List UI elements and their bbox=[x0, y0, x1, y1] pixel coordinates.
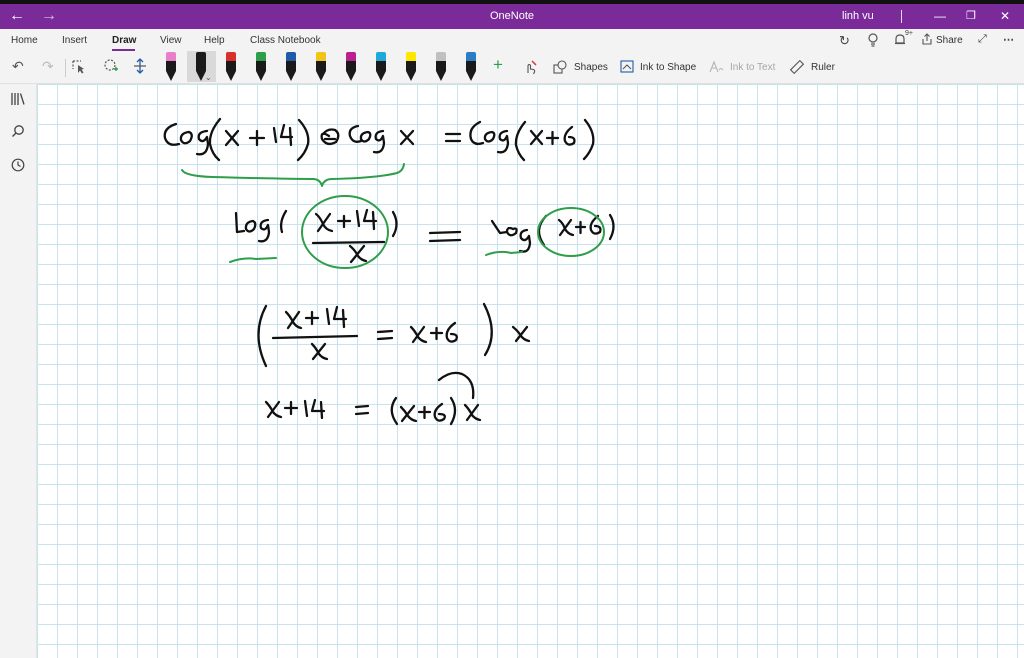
notebooks-icon[interactable] bbox=[8, 92, 28, 109]
pen-8-button[interactable] bbox=[374, 52, 388, 82]
pen-body bbox=[466, 61, 476, 71]
ink-line-4 bbox=[264, 371, 482, 426]
handwritten-ink bbox=[163, 117, 615, 426]
redo-icon: ↷ bbox=[42, 58, 54, 74]
pen-tip bbox=[166, 71, 176, 81]
pen-tip bbox=[226, 71, 236, 81]
touch-drawing-icon[interactable] bbox=[523, 60, 538, 78]
pen-9-button[interactable] bbox=[404, 52, 418, 82]
share-button[interactable]: Share bbox=[936, 35, 963, 46]
search-icon[interactable] bbox=[8, 124, 28, 141]
pen-color-swatch bbox=[436, 52, 446, 61]
pen-6-button[interactable] bbox=[314, 52, 328, 82]
notifications-badge: 9+ bbox=[905, 30, 913, 37]
pen-4-button[interactable] bbox=[254, 52, 268, 82]
shapes-button[interactable]: Shapes bbox=[574, 62, 608, 73]
pen-tip bbox=[256, 71, 266, 81]
active-tab-indicator bbox=[112, 49, 135, 51]
tab-view[interactable]: View bbox=[160, 35, 182, 46]
tab-draw[interactable]: Draw bbox=[112, 35, 136, 46]
ink-green-circles bbox=[229, 195, 605, 269]
ink-to-text-icon bbox=[709, 60, 724, 77]
ruler-button[interactable]: Ruler bbox=[811, 62, 835, 73]
ink-to-shape-icon[interactable] bbox=[620, 60, 635, 77]
pen-color-swatch bbox=[196, 52, 206, 61]
pen-color-swatch bbox=[166, 52, 176, 61]
note-canvas[interactable] bbox=[37, 84, 1024, 658]
ink-line-3 bbox=[257, 302, 531, 368]
title-bar: ← → OneNote linh vu — ❐ ✕ bbox=[0, 4, 1024, 29]
restore-icon[interactable]: ❐ bbox=[966, 8, 976, 24]
tab-insert[interactable]: Insert bbox=[62, 35, 87, 46]
ink-to-shape-button[interactable]: Ink to Shape bbox=[640, 62, 696, 73]
user-name[interactable]: linh vu bbox=[842, 10, 874, 22]
pen-body bbox=[376, 61, 386, 71]
ruler-icon[interactable] bbox=[789, 59, 805, 77]
pen-body bbox=[346, 61, 356, 71]
pen-1-button[interactable] bbox=[164, 52, 178, 82]
close-icon[interactable]: ✕ bbox=[1000, 8, 1010, 24]
pen-body bbox=[436, 61, 446, 71]
tab-class-notebook[interactable]: Class Notebook bbox=[250, 35, 321, 46]
tab-home[interactable]: Home bbox=[11, 35, 38, 46]
title-separator bbox=[901, 10, 902, 23]
tab-help[interactable]: Help bbox=[204, 35, 225, 46]
undo-icon[interactable]: ↶ bbox=[12, 58, 24, 74]
share-icon[interactable] bbox=[921, 33, 933, 48]
pen-body bbox=[316, 61, 326, 71]
pen-tip bbox=[286, 71, 296, 81]
pen-tip bbox=[346, 71, 356, 81]
pen-color-swatch bbox=[406, 52, 416, 61]
pen-10-button[interactable] bbox=[434, 52, 448, 82]
add-space-icon[interactable] bbox=[132, 58, 148, 78]
ribbon: Home Insert Draw View Help Class Noteboo… bbox=[0, 29, 1024, 84]
pen-color-swatch bbox=[286, 52, 296, 61]
ink-green-brace bbox=[181, 163, 405, 187]
pen-body bbox=[406, 61, 416, 71]
pen-color-swatch bbox=[316, 52, 326, 61]
pen-body bbox=[256, 61, 266, 71]
pen-5-button[interactable] bbox=[284, 52, 298, 82]
lightbulb-icon[interactable] bbox=[867, 33, 879, 50]
pen-2-button[interactable] bbox=[194, 52, 208, 82]
lasso-select-icon[interactable] bbox=[71, 58, 87, 78]
pen-color-swatch bbox=[466, 52, 476, 61]
lasso-add-icon[interactable] bbox=[103, 58, 119, 78]
pen-color-swatch bbox=[376, 52, 386, 61]
sync-icon[interactable]: ↻ bbox=[839, 33, 850, 49]
pen-3-button[interactable] bbox=[224, 52, 238, 82]
navigation-sidebar bbox=[0, 84, 37, 658]
pen-color-swatch bbox=[346, 52, 356, 61]
shapes-icon[interactable] bbox=[553, 60, 567, 77]
pen-body bbox=[196, 61, 206, 71]
pen-color-swatch bbox=[256, 52, 266, 61]
pen-color-swatch bbox=[226, 52, 236, 61]
minimize-icon[interactable]: — bbox=[934, 8, 946, 24]
pen-tip bbox=[376, 71, 386, 81]
ink-to-text-button: Ink to Text bbox=[730, 62, 776, 73]
pen-tip bbox=[406, 71, 416, 81]
pen-11-button[interactable] bbox=[464, 52, 478, 82]
pen-tip bbox=[466, 71, 476, 81]
pen-body bbox=[286, 61, 296, 71]
pen-body bbox=[166, 61, 176, 71]
toolbar-divider bbox=[65, 59, 66, 77]
add-pen-icon[interactable]: + bbox=[493, 56, 503, 73]
pen-tip bbox=[196, 71, 206, 81]
pen-tip bbox=[316, 71, 326, 81]
pen-7-button[interactable] bbox=[344, 52, 358, 82]
expand-icon[interactable]: ⤢ bbox=[978, 33, 987, 46]
ink-line-1 bbox=[163, 117, 595, 162]
more-options-icon[interactable]: ⋯ bbox=[1003, 33, 1014, 46]
pen-tip bbox=[436, 71, 446, 81]
pen-body bbox=[226, 61, 236, 71]
recent-clock-icon[interactable] bbox=[8, 158, 28, 175]
